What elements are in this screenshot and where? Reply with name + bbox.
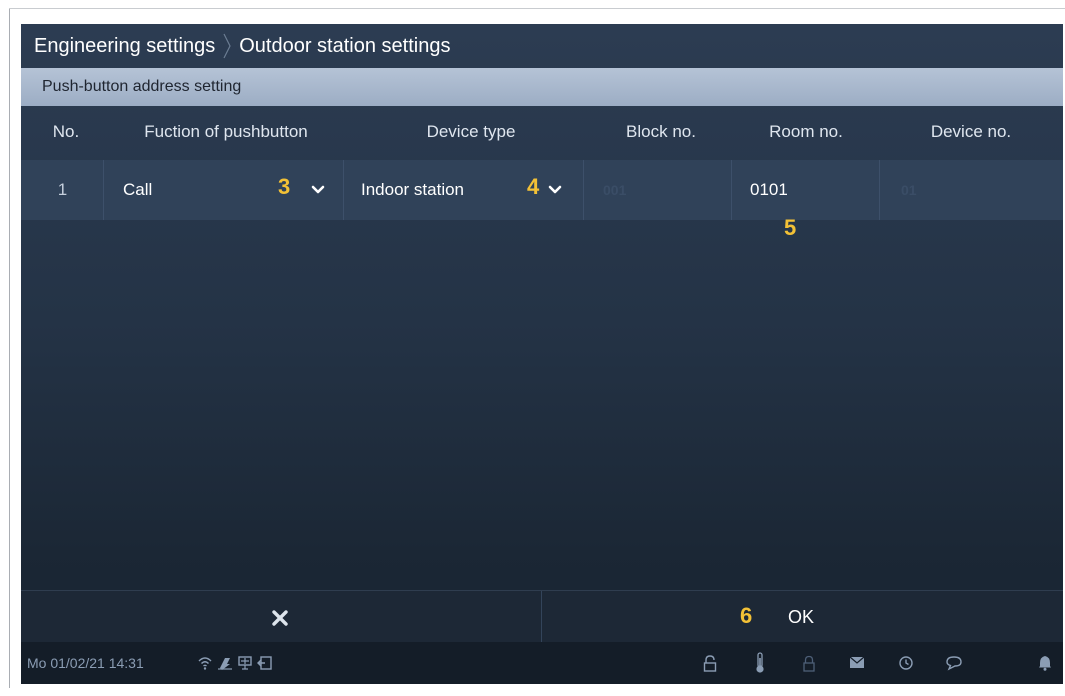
header-block-no: Block no.	[626, 122, 696, 141]
device-no-value: 01	[901, 182, 917, 198]
ok-button[interactable]: 6 OK	[542, 591, 1063, 643]
breadcrumb-separator-icon	[223, 33, 231, 59]
bell-icon	[1039, 656, 1051, 671]
room-no-field[interactable]: 0101	[732, 160, 880, 220]
block-no-value: 001	[603, 182, 627, 198]
document-frame: Engineering settings Outdoor station set…	[0, 0, 1065, 696]
table-row: 1 Call 3 Indoor station 4 001 0101 01	[21, 160, 1063, 220]
chat-icon	[946, 656, 962, 671]
room-no-value: 0101	[750, 180, 788, 199]
function-dropdown[interactable]: Call 3	[104, 160, 344, 220]
lock-icon	[803, 655, 815, 672]
thermometer-icon	[756, 652, 764, 673]
device-type-value: Indoor station	[361, 180, 465, 199]
mail-icon	[849, 656, 865, 668]
block-no-field: 001	[584, 160, 732, 220]
marker-6: 6	[740, 603, 753, 628]
header-no: No.	[52, 122, 80, 141]
section-title: Push-button address setting	[42, 78, 242, 95]
status-bar: Mo 01/02/21 14:31	[21, 642, 1063, 684]
header-device-type: Device type	[426, 122, 516, 141]
unlock-icon	[703, 655, 717, 672]
frame-border-left	[9, 8, 10, 688]
header-function: Fuction of pushbutton	[144, 122, 308, 141]
device-screen: Engineering settings Outdoor station set…	[21, 24, 1063, 684]
history-icon	[899, 656, 913, 670]
ok-label: OK	[788, 607, 815, 627]
frame-border-top	[9, 8, 1065, 9]
marker-5: 5	[784, 215, 797, 240]
marker-4: 4	[527, 174, 540, 199]
device-no-field: 01	[880, 160, 1063, 220]
breadcrumb: Engineering settings Outdoor station set…	[21, 24, 1063, 68]
header-device-no: Device no.	[930, 122, 1012, 141]
table-header: No. Fuction of pushbutton Device type Bl…	[21, 106, 1063, 158]
close-icon	[272, 610, 288, 626]
chevron-down-icon	[548, 185, 562, 194]
chevron-down-icon	[311, 185, 325, 194]
monitor-icon	[238, 656, 252, 670]
cancel-button[interactable]	[21, 591, 541, 643]
row-number: 1	[57, 180, 68, 199]
exit-icon	[257, 656, 272, 670]
cell-no: 1	[21, 160, 104, 220]
breadcrumb-outdoor-station-settings: Outdoor station settings	[239, 34, 451, 57]
mute-icon	[218, 658, 232, 670]
breadcrumb-engineering-settings[interactable]: Engineering settings	[34, 35, 215, 58]
section-header: Push-button address setting	[21, 68, 1063, 106]
wifi-icon	[198, 657, 212, 670]
header-room-no: Room no.	[769, 122, 843, 141]
status-datetime: Mo 01/02/21 14:31	[27, 655, 144, 671]
marker-3: 3	[278, 174, 291, 199]
action-bar: 6 OK	[21, 590, 1063, 643]
device-type-dropdown[interactable]: Indoor station 4	[344, 160, 584, 220]
function-value: Call	[123, 180, 153, 199]
